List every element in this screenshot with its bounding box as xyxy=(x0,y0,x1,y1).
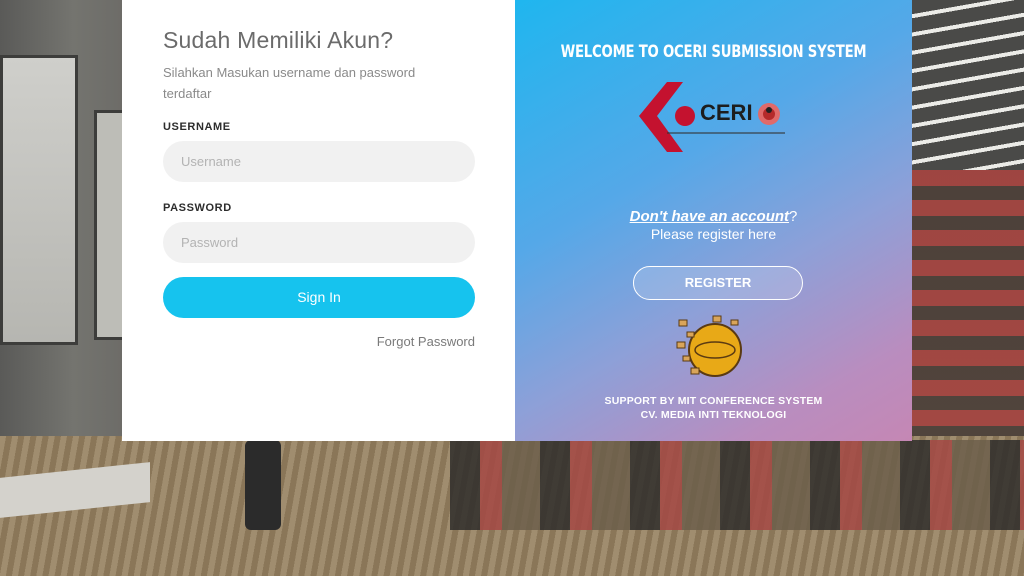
welcome-panel: WELCOME TO OCERI SUBMISSION SYSTEM CERI … xyxy=(515,0,912,441)
register-button[interactable]: REGISTER xyxy=(633,266,803,300)
support-line-1: SUPPORT BY MIT CONFERENCE SYSTEM xyxy=(604,395,823,407)
register-hint: Please register here xyxy=(650,226,777,242)
account-prompt-link[interactable]: Don't have an account xyxy=(630,208,789,225)
account-prompt-suffix: ? xyxy=(789,208,798,225)
oceri-logo-text: CERI xyxy=(700,100,753,125)
login-subtitle: Silahkan Masukan username dan password t… xyxy=(163,65,416,101)
background-seats xyxy=(912,170,1024,470)
password-label: PASSWORD xyxy=(163,202,232,214)
background-seats-row xyxy=(450,440,1024,530)
sign-in-button[interactable]: Sign In xyxy=(163,277,475,318)
username-input[interactable] xyxy=(163,141,475,182)
support-line-2: CV. MEDIA INTI TEKNOLOGI xyxy=(640,409,787,421)
account-prompt: Don't have an account? xyxy=(515,208,912,225)
forgot-password-link[interactable]: Forgot Password xyxy=(377,334,475,349)
background-projector-screen-2 xyxy=(94,110,122,340)
mit-conference-logo-icon xyxy=(676,315,742,377)
welcome-heading: WELCOME TO OCERI SUBMISSION SYSTEM xyxy=(560,42,867,62)
login-panel: Sudah Memiliki Akun? Silahkan Masukan us… xyxy=(122,0,515,441)
background-projector-screen xyxy=(0,55,78,345)
login-title: Sudah Memiliki Akun? xyxy=(163,27,394,53)
support-text: SUPPORT BY MIT CONFERENCE SYSTEM CV. MED… xyxy=(515,394,912,422)
background-person xyxy=(245,440,281,530)
password-input[interactable] xyxy=(163,222,475,263)
background-ceiling xyxy=(912,0,1024,170)
username-label: USERNAME xyxy=(163,121,231,133)
